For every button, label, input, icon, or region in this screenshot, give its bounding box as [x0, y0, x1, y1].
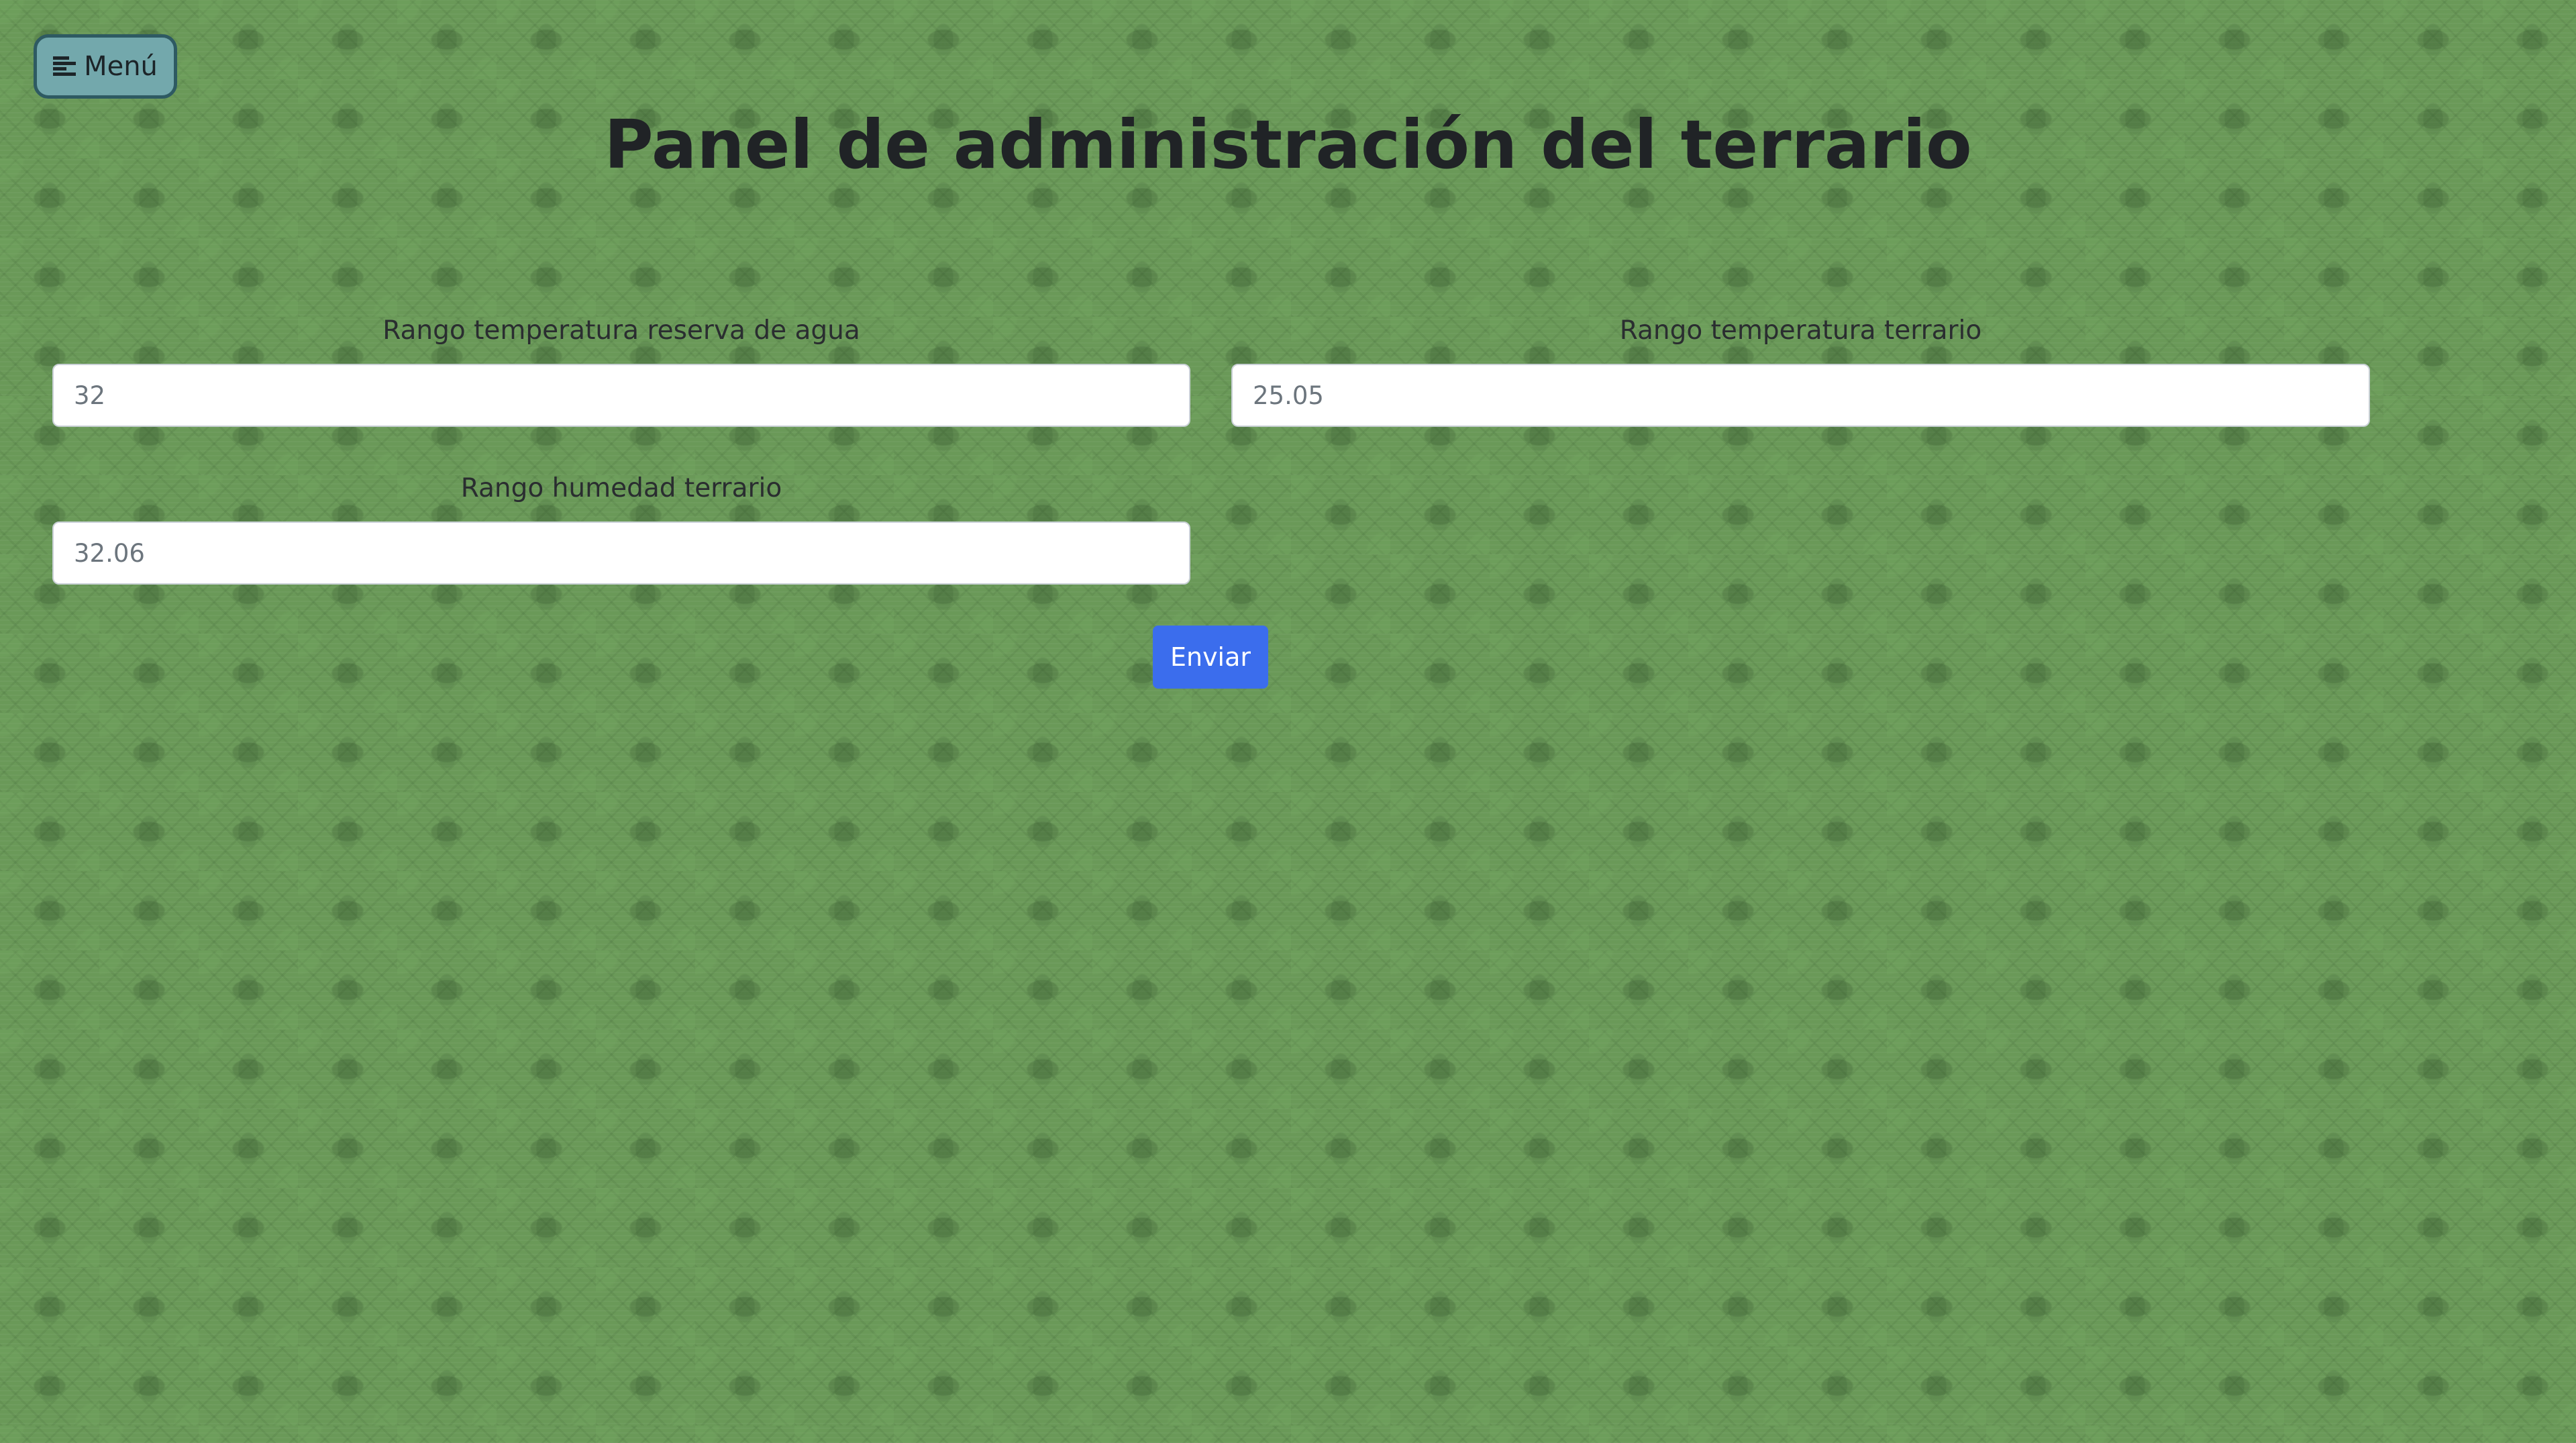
water-temperature-input[interactable]: [52, 364, 1190, 427]
terrarium-humidity-label: Rango humedad terrario: [460, 473, 782, 503]
menu-button[interactable]: Menú: [34, 34, 177, 99]
terrarium-humidity-input[interactable]: [52, 521, 1190, 585]
terrarium-temperature-input[interactable]: [1231, 364, 2370, 427]
menu-lines-icon: [53, 56, 76, 77]
menu-button-label: Menú: [84, 51, 158, 82]
page-title: Panel de administración del terrario: [604, 105, 1972, 184]
water-temperature-label: Rango temperatura reserva de agua: [382, 315, 860, 346]
terrarium-temperature-label: Rango temperatura terrario: [1619, 315, 1982, 346]
submit-button[interactable]: Enviar: [1153, 626, 1268, 689]
